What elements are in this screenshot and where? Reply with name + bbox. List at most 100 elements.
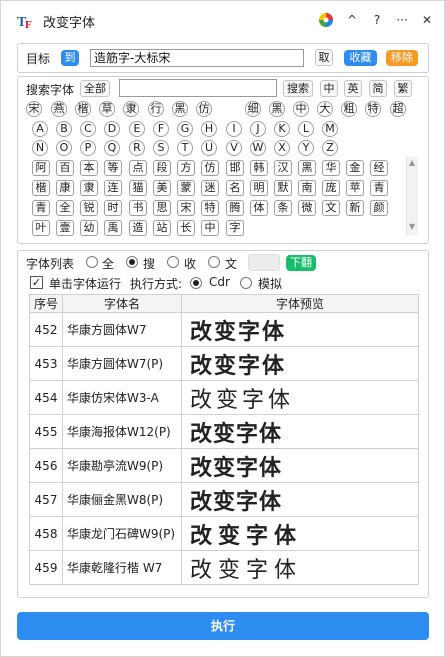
filter-chip[interactable]: 方: [177, 160, 195, 176]
filter-chip[interactable]: 邯: [226, 160, 244, 176]
filter-chip[interactable]: Y: [298, 140, 314, 156]
filter-chip[interactable]: 大: [317, 101, 333, 117]
filter-chip[interactable]: 造: [129, 220, 147, 236]
filter-chip[interactable]: 汉: [274, 160, 292, 176]
filter-chip[interactable]: 百: [56, 160, 74, 176]
filter-chip[interactable]: 特: [365, 101, 381, 117]
filter-chip[interactable]: 华: [322, 160, 340, 176]
lang-traditional-button[interactable]: 繁: [394, 80, 412, 97]
filter-chip[interactable]: 壹: [56, 220, 74, 236]
filter-chip[interactable]: H: [201, 121, 217, 137]
filter-chip[interactable]: 体: [250, 200, 268, 216]
filter-chip[interactable]: 宋: [177, 200, 195, 216]
color-wheel-icon[interactable]: [315, 10, 337, 30]
filter-chip[interactable]: 黑: [269, 101, 285, 117]
table-row[interactable]: 455 华康海报体W12(P) 改变字体: [29, 414, 419, 449]
filter-chip[interactable]: 韩: [250, 160, 268, 176]
filter-chip[interactable]: V: [226, 140, 242, 156]
table-row[interactable]: 454 华康仿宋体W3-A 改变字体: [29, 380, 419, 415]
all-fonts-button[interactable]: 全部: [80, 80, 110, 97]
favorite-button[interactable]: 收藏: [344, 50, 377, 66]
filter-chip[interactable]: 黑: [172, 101, 188, 117]
single-click-run-checkbox[interactable]: ✓: [30, 276, 43, 289]
to-button[interactable]: 到: [61, 50, 79, 66]
chips-scrollbar[interactable]: ▲ ▼: [406, 157, 418, 235]
filter-chip[interactable]: 隶: [80, 180, 98, 196]
lang-simplified-button[interactable]: 简: [369, 80, 387, 97]
filter-chip[interactable]: 禹: [104, 220, 122, 236]
remove-button[interactable]: 移除: [386, 50, 418, 66]
filter-chip[interactable]: A: [32, 121, 48, 137]
filter-chip[interactable]: 南: [298, 180, 316, 196]
filter-chip[interactable]: U: [201, 140, 217, 156]
filter-chip[interactable]: 康: [56, 180, 74, 196]
radio-all[interactable]: [86, 256, 98, 268]
search-input[interactable]: [119, 79, 277, 97]
filter-chip[interactable]: N: [32, 140, 48, 156]
filter-chip[interactable]: 明: [250, 180, 268, 196]
filter-chip[interactable]: 粗: [341, 101, 357, 117]
target-font-field[interactable]: 造筋字-大标宋: [90, 49, 304, 67]
filter-chip[interactable]: 超: [390, 101, 406, 117]
radio-mode-cdr[interactable]: [190, 277, 202, 289]
filter-chip[interactable]: 经: [370, 160, 388, 176]
radio-mode-sim[interactable]: [240, 277, 252, 289]
filter-chip[interactable]: 隶: [123, 101, 139, 117]
filter-chip[interactable]: S: [153, 140, 169, 156]
filter-chip[interactable]: F: [153, 121, 169, 137]
filter-chip[interactable]: W: [250, 140, 266, 156]
filter-chip[interactable]: 书: [129, 200, 147, 216]
filter-chip[interactable]: K: [274, 121, 290, 137]
filter-chip[interactable]: I: [226, 121, 242, 137]
table-row[interactable]: 458 华康龙门石碑W9(P) 改变字体: [29, 516, 419, 551]
filter-chip[interactable]: R: [129, 140, 145, 156]
filter-chip[interactable]: 时: [104, 200, 122, 216]
lang-zh-button[interactable]: 中: [320, 80, 338, 97]
filter-chip[interactable]: 全: [56, 200, 74, 216]
filter-chip[interactable]: 颜: [370, 200, 388, 216]
filter-chip[interactable]: 迷: [201, 180, 219, 196]
filter-chip[interactable]: 条: [274, 200, 292, 216]
collapse-button[interactable]: ^: [341, 10, 363, 30]
filter-chip[interactable]: 腾: [226, 200, 244, 216]
page-next-button[interactable]: 下翻: [286, 255, 316, 271]
lang-en-button[interactable]: 英: [344, 80, 362, 97]
filter-chip[interactable]: 本: [80, 160, 98, 176]
filter-chip[interactable]: X: [274, 140, 290, 156]
table-row[interactable]: 452 华康方圆体W7 改变字体: [29, 312, 419, 347]
filter-chip[interactable]: E: [129, 121, 145, 137]
filter-chip[interactable]: 中: [293, 101, 309, 117]
filter-chip[interactable]: 点: [129, 160, 147, 176]
filter-chip[interactable]: 仿: [196, 101, 212, 117]
filter-chip[interactable]: 名: [226, 180, 244, 196]
filter-chip[interactable]: 燕: [51, 101, 67, 117]
filter-chip[interactable]: G: [177, 121, 193, 137]
table-row[interactable]: 459 华康乾隆行楷 W7 改变字体: [29, 550, 419, 585]
table-row[interactable]: 456 华康勘亭流W9(P) 改变字体: [29, 448, 419, 483]
filter-chip[interactable]: O: [56, 140, 72, 156]
filter-chip[interactable]: 思: [153, 200, 171, 216]
filter-chip[interactable]: 文: [322, 200, 340, 216]
filter-chip[interactable]: 连: [104, 180, 122, 196]
filter-chip[interactable]: 站: [153, 220, 171, 236]
table-row[interactable]: 457 华康俪金黑W8(P) 改变字体: [29, 482, 419, 517]
filter-chip[interactable]: 猫: [129, 180, 147, 196]
execute-button[interactable]: 执行: [17, 612, 429, 640]
filter-chip[interactable]: 等: [104, 160, 122, 176]
filter-chip[interactable]: 幼: [80, 220, 98, 236]
help-button[interactable]: ?: [366, 10, 388, 30]
filter-chip[interactable]: 新: [346, 200, 364, 216]
filter-chip[interactable]: 仿: [201, 160, 219, 176]
filter-chip[interactable]: D: [104, 121, 120, 137]
filter-chip[interactable]: Q: [104, 140, 120, 156]
filter-chip[interactable]: 楷: [75, 101, 91, 117]
radio-search[interactable]: [126, 256, 138, 268]
filter-chip[interactable]: C: [80, 121, 96, 137]
filter-chip[interactable]: 宋: [26, 101, 42, 117]
filter-chip[interactable]: Z: [322, 140, 338, 156]
filter-chip[interactable]: 叶: [32, 220, 50, 236]
filter-chip[interactable]: B: [56, 121, 72, 137]
filter-chip[interactable]: 行: [148, 101, 164, 117]
filter-chip[interactable]: 微: [298, 200, 316, 216]
filter-chip[interactable]: M: [322, 121, 338, 137]
